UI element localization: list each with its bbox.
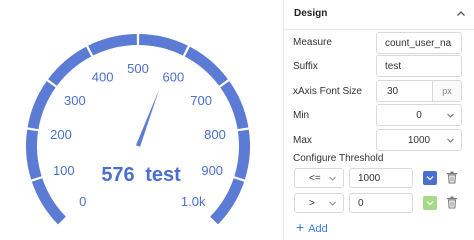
add-threshold-label: Add bbox=[308, 223, 328, 235]
xaxis-font-size-unit: px bbox=[432, 81, 461, 101]
trash-icon[interactable] bbox=[446, 171, 458, 184]
gauge-tick-label: 200 bbox=[50, 127, 72, 142]
gauge-value: 576 bbox=[101, 164, 134, 186]
max-label: Max bbox=[293, 135, 312, 146]
threshold-operator-value: > bbox=[309, 198, 315, 209]
gauge-arc-segment bbox=[27, 81, 56, 130]
gauge-tick-label: 800 bbox=[204, 127, 226, 142]
gauge-arc-segment bbox=[88, 34, 137, 56]
stepper-chevron-icon[interactable] bbox=[446, 136, 455, 145]
gauge-tick-label: 0 bbox=[79, 194, 86, 209]
gauge-needle bbox=[135, 89, 160, 147]
measure-select[interactable]: count_user_na bbox=[376, 32, 462, 54]
gauge-svg: 0 100 200 300 400 500 600 700 800 900 1.0k 576 tes… bbox=[26, 34, 250, 225]
threshold-color-picker[interactable] bbox=[423, 196, 437, 210]
configure-threshold-label: Configure Threshold bbox=[293, 153, 384, 164]
gauge-arc-segment bbox=[210, 178, 245, 225]
plus-icon: + bbox=[296, 219, 305, 235]
gauge-arc-segment bbox=[139, 34, 188, 56]
gauge-tick-label: 1.0k bbox=[181, 194, 206, 209]
gauge-arc-segment bbox=[184, 46, 228, 86]
gauge-tick-label: 900 bbox=[201, 163, 223, 178]
xaxis-font-size-label: xAxis Font Size bbox=[293, 86, 362, 97]
measure-label: Measure bbox=[293, 37, 332, 48]
gauge-arc-segment bbox=[220, 81, 249, 130]
suffix-input-value: test bbox=[385, 61, 402, 72]
suffix-input[interactable]: test bbox=[376, 55, 462, 77]
threshold-color-picker[interactable] bbox=[423, 171, 437, 185]
threshold-operator-select[interactable]: > bbox=[294, 193, 344, 213]
threshold-operator-select[interactable]: <= bbox=[294, 168, 344, 188]
max-input[interactable]: 1000 bbox=[376, 129, 462, 151]
gauge-chart: 0 100 200 300 400 500 600 700 800 900 1.0k 576 tes… bbox=[0, 0, 282, 240]
threshold-value: 0 bbox=[358, 198, 364, 209]
chevron-down-icon bbox=[329, 176, 336, 181]
threshold-operator-value: <= bbox=[309, 173, 321, 184]
min-input[interactable]: 0 bbox=[376, 104, 462, 126]
measure-select-value: count_user_na bbox=[385, 38, 452, 49]
threshold-value-input[interactable]: 0 bbox=[349, 193, 413, 213]
chevron-up-icon[interactable] bbox=[456, 9, 466, 19]
chevron-down-icon bbox=[426, 201, 434, 206]
stepper-chevron-icon[interactable] bbox=[446, 111, 455, 120]
trash-icon[interactable] bbox=[446, 196, 458, 209]
xaxis-font-size-value: 30 bbox=[387, 86, 399, 97]
chevron-down-icon bbox=[426, 176, 434, 181]
gauge-arc-segment bbox=[26, 129, 42, 180]
min-label: Min bbox=[293, 110, 310, 121]
suffix-label: Suffix bbox=[293, 61, 318, 72]
gauge-tick-label: 700 bbox=[190, 93, 212, 108]
gauge-tick-label: 500 bbox=[127, 61, 149, 76]
xaxis-font-size-input[interactable]: 30 px bbox=[376, 80, 462, 102]
design-panel-header[interactable]: Design bbox=[284, 0, 474, 30]
gauge-arc-segment bbox=[48, 46, 92, 86]
gauge-tick-label: 300 bbox=[64, 93, 86, 108]
threshold-value-input[interactable]: 1000 bbox=[349, 168, 413, 188]
design-panel-title: Design bbox=[294, 8, 328, 19]
gauge-tick-label: 600 bbox=[163, 70, 185, 85]
chevron-down-icon bbox=[329, 201, 336, 206]
gauge-tick-label: 100 bbox=[53, 163, 75, 178]
threshold-value: 1000 bbox=[358, 173, 381, 184]
gauge-tick-label: 400 bbox=[92, 70, 114, 85]
gauge-suffix: test bbox=[145, 164, 181, 186]
gauge-arc-segment bbox=[234, 129, 250, 180]
gauge-arc-segment bbox=[31, 178, 66, 225]
add-threshold-button[interactable]: + Add bbox=[296, 219, 328, 235]
